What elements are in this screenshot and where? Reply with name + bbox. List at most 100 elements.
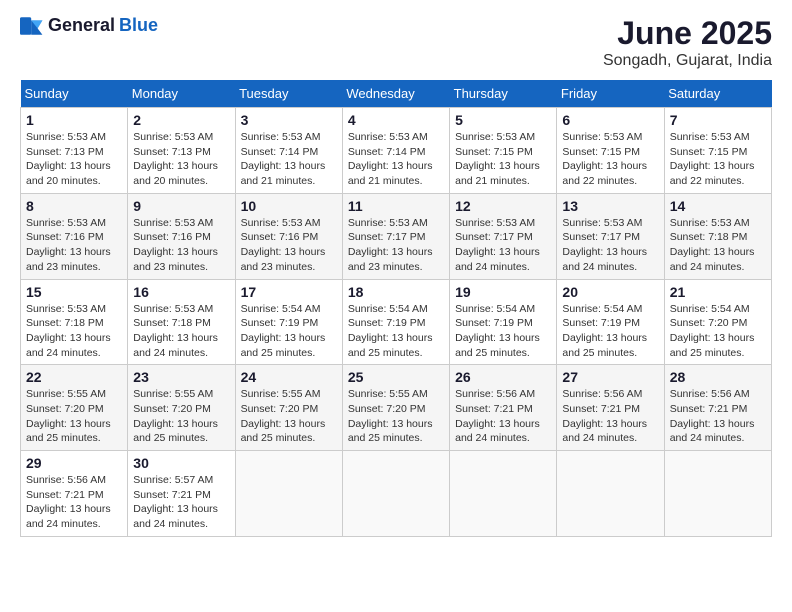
day-info: Sunrise: 5:53 AMSunset: 7:17 PMDaylight:… [348,217,433,273]
list-item: 2 Sunrise: 5:53 AMSunset: 7:13 PMDayligh… [128,108,235,194]
list-item: 5 Sunrise: 5:53 AMSunset: 7:15 PMDayligh… [450,108,557,194]
day-number: 13 [562,198,658,214]
day-number: 29 [26,455,122,471]
day-number: 12 [455,198,551,214]
title-area: June 2025 Songadh, Gujarat, India [603,15,772,70]
list-item: 11 Sunrise: 5:53 AMSunset: 7:17 PMDaylig… [342,193,449,279]
day-info: Sunrise: 5:53 AMSunset: 7:14 PMDaylight:… [348,131,433,187]
day-info: Sunrise: 5:57 AMSunset: 7:21 PMDaylight:… [133,474,218,530]
day-number: 14 [670,198,766,214]
header-sunday: Sunday [21,80,128,108]
list-item: 19 Sunrise: 5:54 AMSunset: 7:19 PMDaylig… [450,279,557,365]
list-item: 12 Sunrise: 5:53 AMSunset: 7:17 PMDaylig… [450,193,557,279]
day-number: 4 [348,112,444,128]
calendar-body: 1 Sunrise: 5:53 AMSunset: 7:13 PMDayligh… [21,108,772,537]
day-number: 30 [133,455,229,471]
table-row: 22 Sunrise: 5:55 AMSunset: 7:20 PMDaylig… [21,365,772,451]
day-info: Sunrise: 5:53 AMSunset: 7:17 PMDaylight:… [455,217,540,273]
day-info: Sunrise: 5:53 AMSunset: 7:18 PMDaylight:… [133,303,218,359]
day-number: 2 [133,112,229,128]
list-item: 28 Sunrise: 5:56 AMSunset: 7:21 PMDaylig… [664,365,771,451]
list-item: 25 Sunrise: 5:55 AMSunset: 7:20 PMDaylig… [342,365,449,451]
logo-icon [20,17,44,35]
day-info: Sunrise: 5:53 AMSunset: 7:15 PMDaylight:… [670,131,755,187]
header-wednesday: Wednesday [342,80,449,108]
day-number: 27 [562,369,658,385]
day-number: 28 [670,369,766,385]
day-info: Sunrise: 5:56 AMSunset: 7:21 PMDaylight:… [455,388,540,444]
day-number: 1 [26,112,122,128]
month-title: June 2025 [603,15,772,52]
list-item: 21 Sunrise: 5:54 AMSunset: 7:20 PMDaylig… [664,279,771,365]
logo: GeneralBlue [20,15,158,36]
day-info: Sunrise: 5:53 AMSunset: 7:18 PMDaylight:… [670,217,755,273]
day-info: Sunrise: 5:53 AMSunset: 7:15 PMDaylight:… [562,131,647,187]
day-info: Sunrise: 5:56 AMSunset: 7:21 PMDaylight:… [26,474,111,530]
header-thursday: Thursday [450,80,557,108]
day-number: 9 [133,198,229,214]
day-info: Sunrise: 5:56 AMSunset: 7:21 PMDaylight:… [562,388,647,444]
list-item [664,451,771,537]
header-row: Sunday Monday Tuesday Wednesday Thursday… [21,80,772,108]
day-info: Sunrise: 5:53 AMSunset: 7:14 PMDaylight:… [241,131,326,187]
list-item [557,451,664,537]
day-info: Sunrise: 5:54 AMSunset: 7:19 PMDaylight:… [455,303,540,359]
day-number: 20 [562,284,658,300]
table-row: 1 Sunrise: 5:53 AMSunset: 7:13 PMDayligh… [21,108,772,194]
list-item: 17 Sunrise: 5:54 AMSunset: 7:19 PMDaylig… [235,279,342,365]
list-item: 13 Sunrise: 5:53 AMSunset: 7:17 PMDaylig… [557,193,664,279]
day-info: Sunrise: 5:53 AMSunset: 7:16 PMDaylight:… [241,217,326,273]
day-number: 10 [241,198,337,214]
list-item: 9 Sunrise: 5:53 AMSunset: 7:16 PMDayligh… [128,193,235,279]
day-number: 7 [670,112,766,128]
day-number: 19 [455,284,551,300]
list-item: 15 Sunrise: 5:53 AMSunset: 7:18 PMDaylig… [21,279,128,365]
day-info: Sunrise: 5:54 AMSunset: 7:20 PMDaylight:… [670,303,755,359]
list-item: 6 Sunrise: 5:53 AMSunset: 7:15 PMDayligh… [557,108,664,194]
list-item: 3 Sunrise: 5:53 AMSunset: 7:14 PMDayligh… [235,108,342,194]
day-info: Sunrise: 5:53 AMSunset: 7:17 PMDaylight:… [562,217,647,273]
list-item: 24 Sunrise: 5:55 AMSunset: 7:20 PMDaylig… [235,365,342,451]
day-number: 11 [348,198,444,214]
day-info: Sunrise: 5:54 AMSunset: 7:19 PMDaylight:… [348,303,433,359]
list-item [342,451,449,537]
day-number: 23 [133,369,229,385]
day-info: Sunrise: 5:53 AMSunset: 7:15 PMDaylight:… [455,131,540,187]
list-item [450,451,557,537]
table-row: 29 Sunrise: 5:56 AMSunset: 7:21 PMDaylig… [21,451,772,537]
list-item: 10 Sunrise: 5:53 AMSunset: 7:16 PMDaylig… [235,193,342,279]
day-number: 8 [26,198,122,214]
day-info: Sunrise: 5:56 AMSunset: 7:21 PMDaylight:… [670,388,755,444]
list-item: 22 Sunrise: 5:55 AMSunset: 7:20 PMDaylig… [21,365,128,451]
day-info: Sunrise: 5:55 AMSunset: 7:20 PMDaylight:… [348,388,433,444]
day-number: 3 [241,112,337,128]
list-item: 27 Sunrise: 5:56 AMSunset: 7:21 PMDaylig… [557,365,664,451]
list-item: 8 Sunrise: 5:53 AMSunset: 7:16 PMDayligh… [21,193,128,279]
list-item: 18 Sunrise: 5:54 AMSunset: 7:19 PMDaylig… [342,279,449,365]
header-friday: Friday [557,80,664,108]
day-number: 5 [455,112,551,128]
day-info: Sunrise: 5:53 AMSunset: 7:13 PMDaylight:… [26,131,111,187]
day-info: Sunrise: 5:53 AMSunset: 7:16 PMDaylight:… [26,217,111,273]
list-item: 4 Sunrise: 5:53 AMSunset: 7:14 PMDayligh… [342,108,449,194]
header-monday: Monday [128,80,235,108]
list-item: 30 Sunrise: 5:57 AMSunset: 7:21 PMDaylig… [128,451,235,537]
day-info: Sunrise: 5:54 AMSunset: 7:19 PMDaylight:… [562,303,647,359]
list-item: 16 Sunrise: 5:53 AMSunset: 7:18 PMDaylig… [128,279,235,365]
list-item: 26 Sunrise: 5:56 AMSunset: 7:21 PMDaylig… [450,365,557,451]
list-item: 14 Sunrise: 5:53 AMSunset: 7:18 PMDaylig… [664,193,771,279]
day-info: Sunrise: 5:55 AMSunset: 7:20 PMDaylight:… [133,388,218,444]
list-item: 29 Sunrise: 5:56 AMSunset: 7:21 PMDaylig… [21,451,128,537]
day-info: Sunrise: 5:53 AMSunset: 7:13 PMDaylight:… [133,131,218,187]
logo-blue: Blue [119,15,158,36]
calendar-page: GeneralBlue June 2025 Songadh, Gujarat, … [0,0,792,552]
header: GeneralBlue June 2025 Songadh, Gujarat, … [20,15,772,70]
day-number: 21 [670,284,766,300]
day-info: Sunrise: 5:55 AMSunset: 7:20 PMDaylight:… [26,388,111,444]
header-tuesday: Tuesday [235,80,342,108]
list-item: 23 Sunrise: 5:55 AMSunset: 7:20 PMDaylig… [128,365,235,451]
day-number: 17 [241,284,337,300]
location-title: Songadh, Gujarat, India [603,52,772,70]
list-item: 7 Sunrise: 5:53 AMSunset: 7:15 PMDayligh… [664,108,771,194]
day-number: 24 [241,369,337,385]
